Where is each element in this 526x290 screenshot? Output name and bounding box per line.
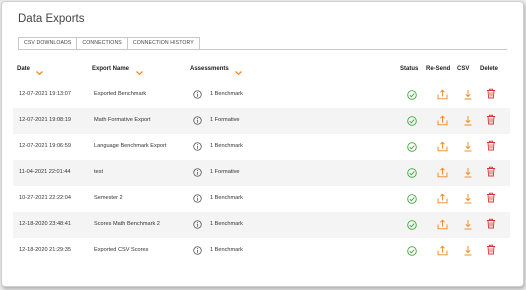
info-icon[interactable] (193, 142, 202, 151)
download-icon[interactable] (463, 167, 473, 178)
send-tray-icon[interactable] (437, 115, 448, 126)
export-date: 12-07-2021 19:06:59 (19, 143, 71, 149)
trash-icon[interactable] (486, 88, 496, 99)
download-icon[interactable] (463, 141, 473, 152)
send-tray-icon[interactable] (437, 141, 448, 152)
info-icon[interactable] (193, 116, 202, 125)
export-date: 12-07-2021 19:13:07 (19, 91, 71, 97)
export-name: test (94, 169, 104, 175)
trash-icon[interactable] (486, 140, 496, 151)
export-name: Scores Math Benchmark 2 (94, 221, 160, 227)
table-row: 12-07-2021 19:08:19 Math Formative Expor… (13, 108, 510, 134)
check-circle-icon (407, 90, 417, 100)
info-icon[interactable] (193, 90, 202, 99)
trash-icon[interactable] (486, 218, 496, 229)
export-name: Math Formative Export (94, 117, 151, 123)
column-header-csv: CSV (457, 66, 470, 72)
chevron-down-icon[interactable] (36, 71, 43, 75)
export-date: 11-04-2021 22:01:44 (19, 169, 71, 175)
trash-icon[interactable] (486, 192, 496, 203)
tab-bar: CSV DOWNLOADS CONNECTIONS CONNECTION HIS… (18, 37, 200, 50)
column-header-delete: Delete (480, 66, 499, 72)
trash-icon[interactable] (486, 114, 496, 125)
send-tray-icon[interactable] (437, 89, 448, 100)
export-date: 10-27-2021 22:22:04 (19, 195, 71, 201)
table-row: 12-07-2021 19:06:59 Language Benchmark E… (13, 134, 510, 160)
chevron-down-icon[interactable] (136, 71, 143, 75)
column-header-date[interactable]: Date (17, 66, 30, 72)
trash-icon[interactable] (486, 244, 496, 255)
assessment-count: 1 Formative (210, 169, 240, 175)
assessment-count: 1 Benchmark (210, 221, 243, 227)
table-row: 11-04-2021 22:01:44 test 1 Formative (13, 160, 510, 186)
assessment-count: 1 Benchmark (210, 247, 243, 253)
page-title: Data Exports (18, 13, 85, 25)
check-circle-icon (407, 142, 417, 152)
export-name: Language Benchmark Export (94, 143, 167, 149)
data-exports-card: Data Exports CSV DOWNLOADS CONNECTIONS C… (1, 1, 524, 287)
assessment-count: 1 Formative (210, 117, 240, 123)
download-icon[interactable] (463, 193, 473, 204)
assessment-count: 1 Benchmark (210, 195, 243, 201)
table-row: 12-18-2020 21:29:35 Exported CSV Scores … (13, 238, 510, 264)
info-icon[interactable] (193, 220, 202, 229)
column-header-resend: Re-Send (426, 66, 451, 72)
column-header-assessments[interactable]: Assessments (190, 66, 229, 72)
assessment-count: 1 Benchmark (210, 143, 243, 149)
assessment-count: 1 Benchmark (210, 91, 243, 97)
tab-divider (18, 49, 507, 50)
check-circle-icon (407, 168, 417, 178)
check-circle-icon (407, 220, 417, 230)
export-name: Exported CSV Scores (94, 247, 149, 253)
info-icon[interactable] (193, 168, 202, 177)
table-row: 12-07-2021 19:13:07 Exported Benchmark 1… (13, 82, 510, 108)
download-icon[interactable] (463, 245, 473, 256)
trash-icon[interactable] (486, 166, 496, 177)
column-header-status: Status (400, 66, 419, 72)
send-tray-icon[interactable] (437, 167, 448, 178)
download-icon[interactable] (463, 115, 473, 126)
send-tray-icon[interactable] (437, 219, 448, 230)
column-header-export-name[interactable]: Export Name (92, 66, 129, 72)
info-icon[interactable] (193, 246, 202, 255)
download-icon[interactable] (463, 219, 473, 230)
check-circle-icon (407, 116, 417, 126)
export-date: 12-18-2020 23:48:41 (19, 221, 71, 227)
chevron-down-icon[interactable] (235, 71, 242, 75)
export-date: 12-18-2020 21:29:35 (19, 247, 71, 253)
send-tray-icon[interactable] (437, 193, 448, 204)
info-icon[interactable] (193, 194, 202, 203)
export-name: Semester 2 (94, 195, 123, 201)
send-tray-icon[interactable] (437, 245, 448, 256)
table-row: 12-18-2020 23:48:41 Scores Math Benchmar… (13, 212, 510, 238)
export-date: 12-07-2021 19:08:19 (19, 117, 71, 123)
check-circle-icon (407, 194, 417, 204)
download-icon[interactable] (463, 89, 473, 100)
table-row: 10-27-2021 22:22:04 Semester 2 1 Benchma… (13, 186, 510, 212)
check-circle-icon (407, 246, 417, 256)
export-name: Exported Benchmark (94, 91, 147, 97)
